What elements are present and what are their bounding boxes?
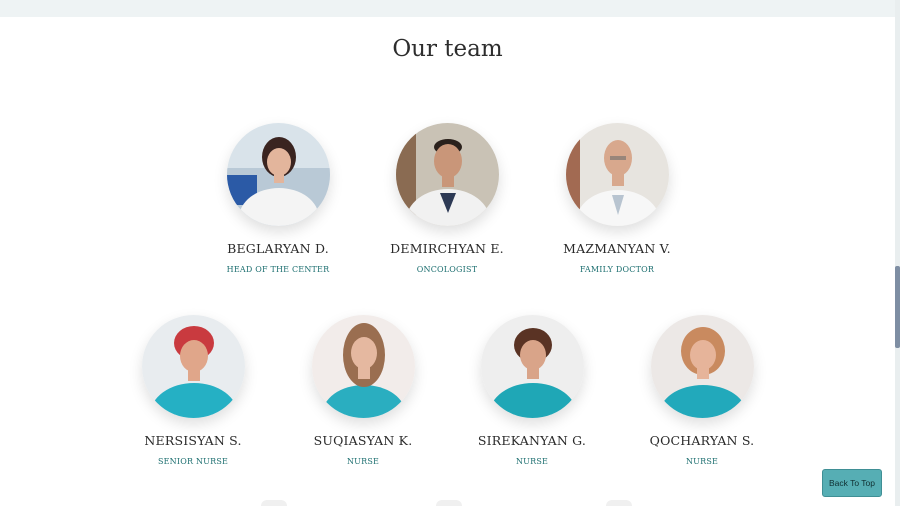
team-member-card: QOCHARYAN S. NURSE [617, 315, 787, 466]
scrollbar-thumb[interactable] [895, 266, 900, 348]
member-role: SENIOR NURSE [157, 457, 229, 466]
member-role: ONCOLOGIST [416, 265, 478, 274]
scrollbar-track[interactable] [895, 0, 900, 506]
member-name: MAZMANYAN V. [563, 241, 671, 256]
member-name: SIREKANYAN G. [477, 433, 587, 448]
next-row-photo-edge [261, 500, 287, 506]
member-photo [226, 123, 330, 226]
section-title: Our team [392, 36, 503, 62]
member-photo [480, 315, 584, 418]
member-role: FAMILY DOCTOR [579, 265, 655, 274]
member-photo [565, 123, 669, 226]
member-role: NURSE [346, 457, 380, 466]
member-photo [311, 315, 415, 418]
member-name: NERSISYAN S. [144, 433, 242, 448]
member-name: BEGLARYAN D. [227, 241, 329, 256]
back-to-top-button[interactable]: Back To Top [822, 469, 882, 497]
team-member-card: SUQIASYAN K. NURSE [278, 315, 448, 466]
next-row-photo-edge [436, 500, 462, 506]
team-member-card: SIREKANYAN G. NURSE [447, 315, 617, 466]
team-member-card: NERSISYAN S. SENIOR NURSE [108, 315, 278, 466]
next-row-photo-edge [606, 500, 632, 506]
member-role: NURSE [685, 457, 719, 466]
member-name: QOCHARYAN S. [649, 433, 755, 448]
member-name: DEMIRCHYAN E. [390, 241, 504, 256]
member-name: SUQIASYAN K. [313, 433, 413, 448]
team-member-card: BEGLARYAN D. HEAD OF THE CENTER [193, 123, 363, 274]
member-role: HEAD OF THE CENTER [226, 265, 330, 274]
team-member-card: MAZMANYAN V. FAMILY DOCTOR [532, 123, 702, 274]
member-photo [141, 315, 245, 418]
member-photo [650, 315, 754, 418]
member-photo [395, 123, 499, 226]
member-role: NURSE [515, 457, 549, 466]
team-member-card: DEMIRCHYAN E. ONCOLOGIST [362, 123, 532, 274]
top-section-band [0, 0, 895, 17]
